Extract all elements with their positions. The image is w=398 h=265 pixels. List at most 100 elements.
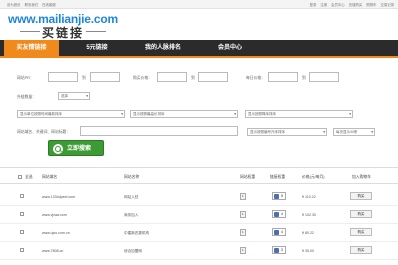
keyword-label: 网站域名、关键词、网站标题： [17, 130, 71, 134]
row-domain[interactable]: www.1334dpeel.com [42, 195, 75, 199]
row-price: ¥ 102.30 [302, 213, 316, 217]
row-domain[interactable]: www.7808.cn [42, 249, 63, 253]
sort-price-select[interactable]: 显示按照最高价排序 ▾ [130, 110, 238, 118]
link-weight-badge: 5 [272, 192, 286, 200]
daily-max-input[interactable] [309, 72, 339, 82]
select-all-checkbox[interactable] [18, 175, 22, 179]
row-domain[interactable]: www.ujxo.com.cn [42, 231, 70, 235]
page-size-select[interactable]: 每页显示30条 ▾ [333, 128, 375, 136]
row-site-name: 网站入驻 [124, 195, 139, 199]
sort-price-value: 显示按照最高价排序 [133, 112, 165, 116]
link-weight-value: 3 [281, 248, 283, 252]
search-button-label: 立即搜索 [67, 146, 92, 152]
daily-to-label: 到 [302, 76, 306, 80]
chevron-down-icon: ▾ [323, 130, 325, 134]
tab-member-center[interactable]: 会员中心 [205, 40, 255, 56]
row-checkbox[interactable] [20, 248, 24, 252]
add-to-cart-button[interactable]: 购买 [350, 192, 372, 200]
recharge-link[interactable]: 充值购买 [349, 2, 363, 7]
chevron-down-icon: ▾ [349, 112, 351, 116]
register-link[interactable]: 注册 [320, 2, 327, 7]
site-logo[interactable]: www.mailianjie.com 买链接 [8, 12, 118, 40]
row-price: ¥ 110.22 [302, 195, 316, 199]
daily-min-input[interactable] [268, 72, 298, 82]
sort-id-select[interactable]: 显示按照编号升序排序 ▾ [247, 128, 327, 136]
row-price: ¥ 80.22 [302, 231, 314, 235]
col-add-cart: 加入购物车 [352, 175, 371, 179]
add-to-cart-button[interactable]: 购买 [350, 246, 372, 254]
col-price: 价格(元/每月) [302, 175, 325, 179]
chevron-down-icon: ▾ [234, 112, 236, 116]
login-link[interactable]: 登录 [310, 2, 317, 7]
sort-order-select[interactable]: 显示按照降序排序 ▾ [245, 110, 353, 118]
col-link-weight: 链接权重 [270, 175, 286, 179]
member-center-link[interactable]: 会员中心 [331, 2, 345, 7]
col-weight: 网站权重 [240, 175, 256, 179]
sort-order-value: 显示按照降序排序 [248, 112, 276, 116]
chevron-down-icon: ▾ [121, 112, 123, 116]
pr-label: 网站PR： [17, 76, 34, 80]
row-domain[interactable]: www.vjxaa.com [42, 213, 67, 217]
tab-my-rank[interactable]: 我的人脉排名 [132, 40, 194, 56]
weight-value: 1 [242, 212, 244, 216]
keyword-input[interactable] [80, 126, 238, 136]
sort-id-value: 显示按照编号升序排序 [250, 130, 285, 134]
price-max-input[interactable] [198, 72, 228, 82]
logo-name: 买链接 [42, 26, 85, 40]
cart-link[interactable]: 购物车 [366, 2, 376, 7]
pr-to-label: 到 [82, 76, 86, 80]
top-bar: 设为首页 联系我们 在线客服 登录 注册 会员中心 充值购买 购物车 交易记录 [0, 0, 398, 9]
table-row: www.1334dpeel.com 网站入驻 1 5 ¥ 110.22 购买 [0, 188, 398, 206]
weight-value: 1 [242, 194, 244, 198]
online-service-link[interactable]: 在线客服 [42, 2, 56, 7]
link-weight-value: 4 [281, 212, 283, 216]
tab-5yuan-links[interactable]: 5元链接 [72, 40, 122, 56]
row-site-name: 中建新农委机构 [124, 231, 150, 235]
table-row: www.vjxaa.com 商务加入 1 4 ¥ 102.30 购买 [0, 206, 398, 224]
col-select-all[interactable]: 全选 [25, 175, 33, 180]
logo-line-right [86, 31, 106, 32]
pr-max-input[interactable] [90, 72, 120, 82]
col-domain: 网站域名 [42, 175, 58, 179]
row-checkbox[interactable] [20, 212, 24, 216]
section-divider [0, 167, 398, 168]
weight-badge: 1 [240, 211, 246, 218]
sort-time-value: 显示单位按照时间最新排序 [20, 112, 62, 116]
search-icon [53, 144, 63, 154]
table-header: 全选 网站域名 网站名称 网站权重 链接权重 价格(元/每月) 加入购物车 [0, 170, 398, 184]
weight-badge: 1 [240, 229, 246, 236]
pr-min-input[interactable] [48, 72, 78, 82]
price-min-input[interactable] [157, 72, 187, 82]
col-name: 网站名称 [124, 175, 140, 179]
weight-badge: 1 [240, 247, 246, 254]
link-weight-badge: 4 [272, 210, 286, 218]
authority-icon [274, 230, 279, 235]
price-to-label: 到 [191, 76, 195, 80]
weight-badge: 1 [240, 193, 246, 200]
link-weight-value: 5 [281, 194, 283, 198]
logo-line-left [20, 31, 40, 32]
row-price: ¥ 35.00 [302, 249, 314, 253]
outlinks-select-value: 选择 [61, 94, 68, 98]
outlinks-select[interactable]: 选择 ▾ [58, 92, 90, 100]
set-homepage-link[interactable]: 设为首页 [7, 2, 21, 7]
link-weight-badge: 3 [272, 246, 286, 254]
row-checkbox[interactable] [20, 230, 24, 234]
row-checkbox[interactable] [20, 194, 24, 198]
add-to-cart-button[interactable]: 购买 [350, 210, 372, 218]
search-button[interactable]: 立即搜索 [48, 140, 104, 156]
table-row: www.7808.cn 综合加盟网 1 3 ¥ 35.00 购买 [0, 242, 398, 260]
outlinks-label: 外链数量： [17, 95, 36, 99]
nav-underline [0, 56, 398, 58]
transactions-link[interactable]: 交易记录 [380, 2, 394, 7]
row-site-name: 商务加入 [124, 213, 139, 217]
tab-buy-links[interactable]: 买友情链接 [4, 40, 59, 56]
sort-time-select[interactable]: 显示单位按照时间最新排序 ▾ [17, 110, 125, 118]
weight-value: 1 [242, 248, 244, 252]
contact-us-link[interactable]: 联系我们 [25, 2, 39, 7]
link-weight-value: 4 [281, 230, 283, 234]
chevron-down-icon: ▾ [371, 130, 373, 134]
authority-icon [274, 248, 279, 253]
link-weight-badge: 4 [272, 228, 286, 236]
add-to-cart-button[interactable]: 购买 [350, 228, 372, 236]
